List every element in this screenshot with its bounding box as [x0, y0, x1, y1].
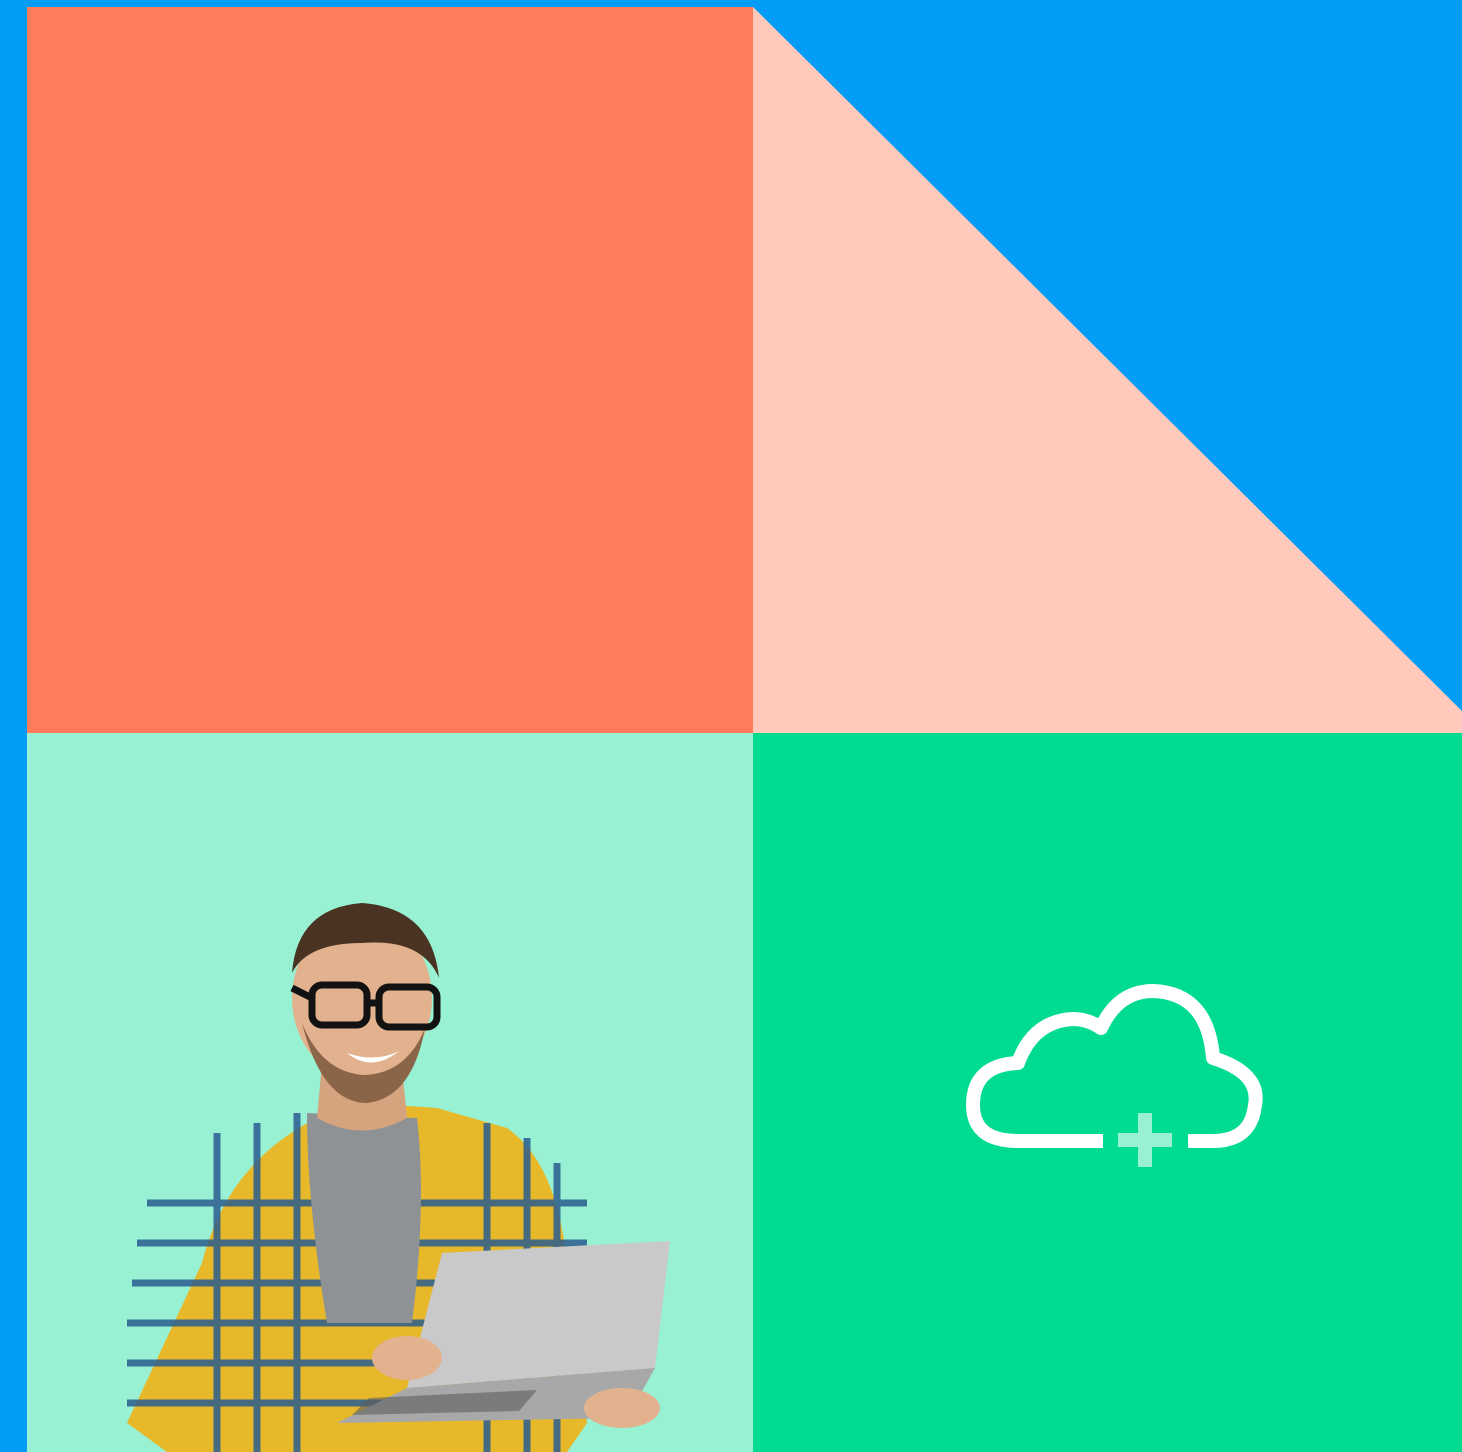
green-cloud-tile: [753, 733, 1462, 1452]
mint-photo-tile: [27, 733, 753, 1452]
person-with-laptop-illustration: [127, 903, 670, 1452]
coral-tile: [27, 7, 753, 733]
peach-triangle: [753, 7, 1462, 733]
peach-triangle-tile: [753, 7, 1462, 733]
cloud-plus-icon: [966, 984, 1263, 1167]
